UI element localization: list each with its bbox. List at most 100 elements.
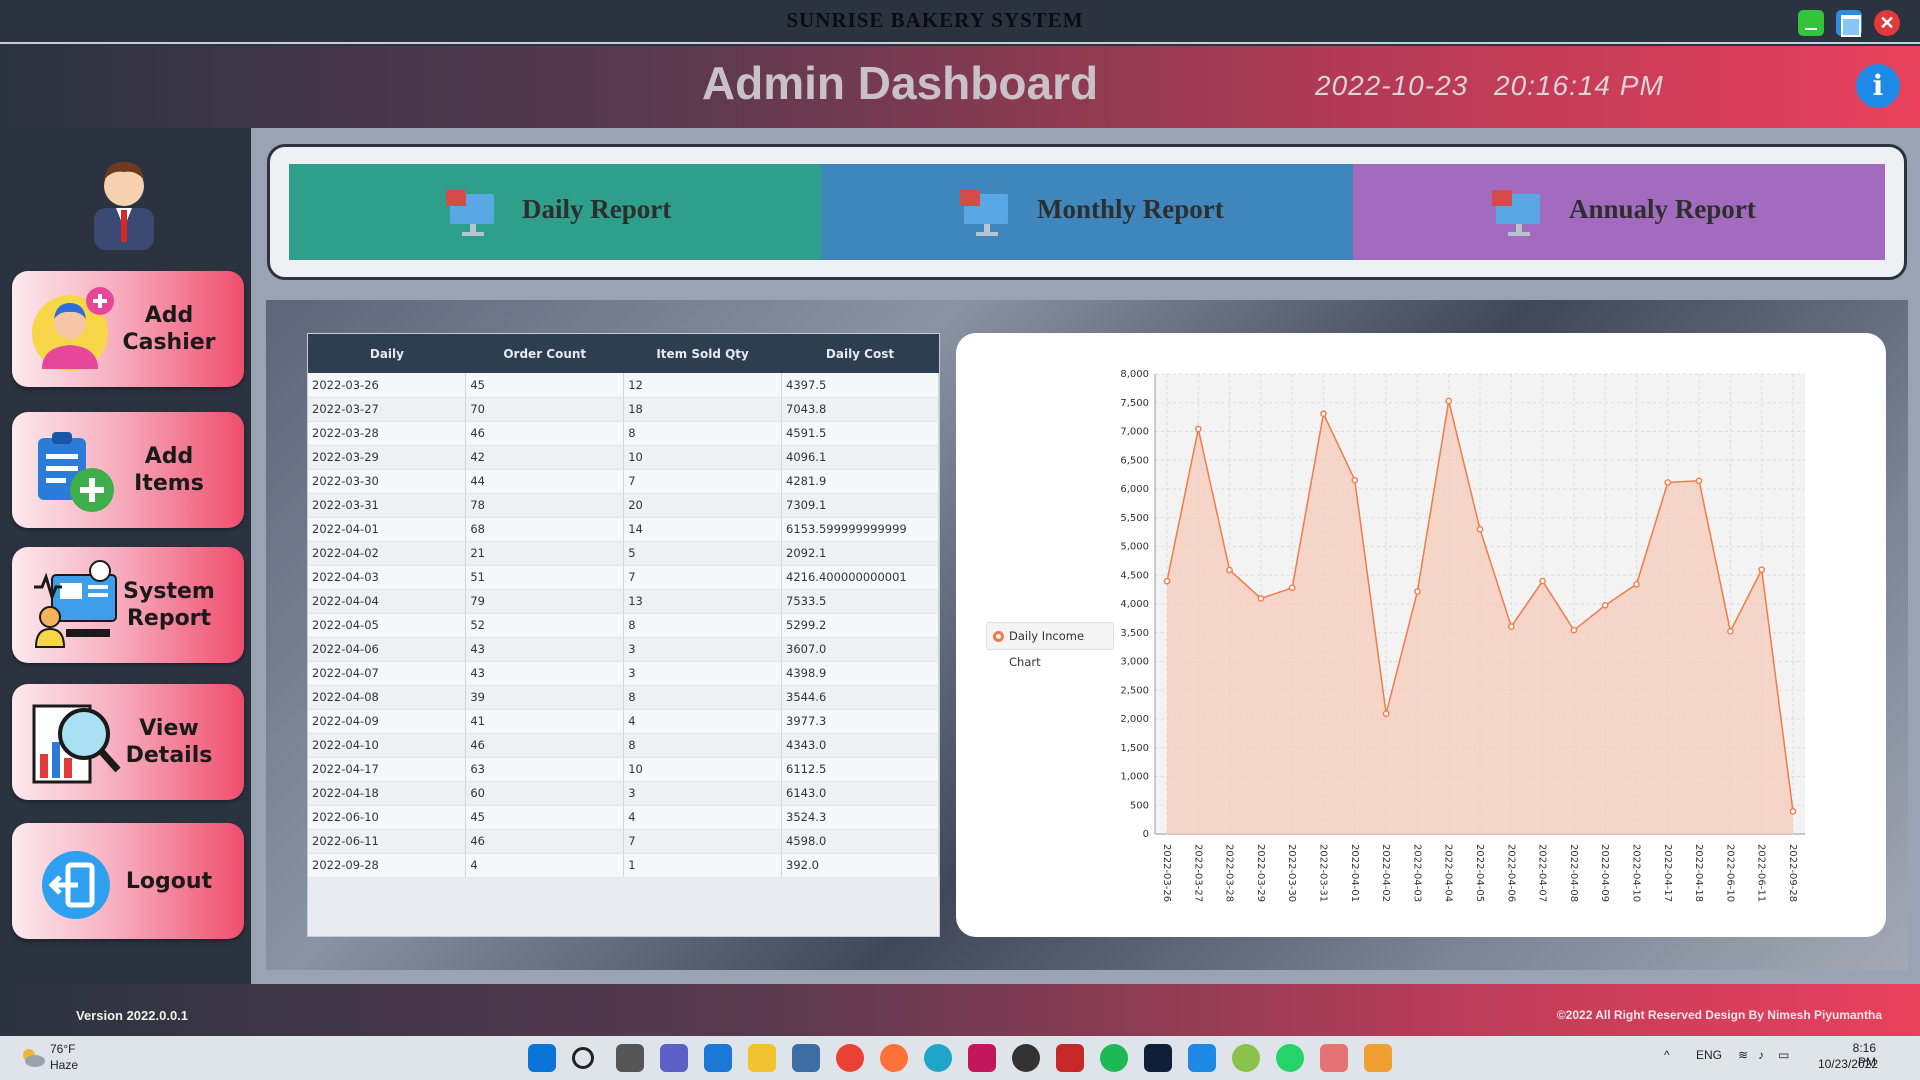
table-cell: 2022-04-01 xyxy=(308,517,467,542)
clock-date[interactable]: 10/23/2022 xyxy=(1812,1057,1878,1071)
chevron-up-icon[interactable]: ^ xyxy=(1664,1048,1670,1062)
version-label: Version 2022.0.0.1 xyxy=(76,1008,189,1023)
table-row[interactable]: 2022-04-09 41 4 3977.3 xyxy=(308,709,939,734)
table-row[interactable]: 2022-04-08 39 8 3544.6 xyxy=(308,685,939,710)
table-row[interactable]: 2022-06-10 45 4 3524.3 xyxy=(308,805,939,830)
table-cell: 8 xyxy=(623,685,783,710)
table-row[interactable]: 2022-04-06 43 3 3607.0 xyxy=(308,637,939,662)
search-icon[interactable] xyxy=(572,1047,594,1069)
column-header[interactable]: Daily Cost xyxy=(781,334,939,373)
table-row[interactable]: 2022-04-02 21 5 2092.1 xyxy=(308,541,939,566)
table-cell: 10 xyxy=(623,757,783,782)
y-tick-label: 6,500 xyxy=(1120,455,1149,466)
table-row[interactable]: 2022-03-30 44 7 4281.9 xyxy=(308,469,939,494)
firefox-icon[interactable] xyxy=(880,1044,908,1072)
language-indicator[interactable]: ENG xyxy=(1696,1048,1722,1062)
table-cell: 45 xyxy=(465,805,625,830)
table-cell: 52 xyxy=(465,613,625,638)
sidebar-item-label: View Details xyxy=(125,716,213,768)
minimize-button[interactable] xyxy=(1798,10,1824,36)
view-details-button[interactable]: View Details xyxy=(12,684,244,800)
y-tick-label: 6,000 xyxy=(1120,484,1149,495)
table-row[interactable]: 2022-04-10 46 8 4343.0 xyxy=(308,733,939,758)
table-cell: 5 xyxy=(623,541,783,566)
file-explorer-icon[interactable] xyxy=(748,1044,776,1072)
x-tick-label: 2022-03-29 xyxy=(1255,844,1266,902)
info-icon[interactable]: i xyxy=(1856,64,1900,108)
chrome-icon[interactable] xyxy=(836,1044,864,1072)
sidebar: Add Cashier Add Items System Report View… xyxy=(0,128,251,984)
chat-icon[interactable] xyxy=(660,1044,688,1072)
spotify-icon[interactable] xyxy=(1100,1044,1128,1072)
column-header[interactable]: Order Count xyxy=(465,334,624,373)
x-tick-label: 2022-04-02 xyxy=(1380,844,1391,902)
data-point xyxy=(1195,425,1202,433)
table-cell: 2022-04-18 xyxy=(308,781,467,806)
powerpoint-icon[interactable] xyxy=(1320,1044,1348,1072)
table-cell: 10 xyxy=(623,445,783,470)
table-row[interactable]: 2022-04-07 43 3 4398.9 xyxy=(308,661,939,686)
income-chart: 0 500 1,000 1,500 2,000 2,500 3,000 3,500 4,000 4… xyxy=(1120,369,1805,902)
table-row[interactable]: 2022-04-05 52 8 5299.2 xyxy=(308,613,939,638)
vscode-icon[interactable] xyxy=(1188,1044,1216,1072)
annual-report-button[interactable]: Annualy Report xyxy=(1353,164,1885,260)
mail-icon[interactable] xyxy=(704,1044,732,1072)
table-cell: 3544.6 xyxy=(781,685,939,710)
task-view-icon[interactable] xyxy=(616,1044,644,1072)
table-row[interactable]: 2022-03-27 70 18 7043.8 xyxy=(308,397,939,422)
java-icon[interactable] xyxy=(1364,1044,1392,1072)
weather-widget[interactable]: 76°F Haze xyxy=(18,1040,138,1076)
add-items-button[interactable]: Add Items xyxy=(12,412,244,528)
table-row[interactable]: 2022-09-28 4 1 392.0 xyxy=(308,853,939,878)
photos-icon[interactable] xyxy=(792,1044,820,1072)
table-cell: 21 xyxy=(465,541,625,566)
table-row[interactable]: 2022-04-18 60 3 6143.0 xyxy=(308,781,939,806)
data-point xyxy=(1163,577,1171,585)
speed-icon[interactable] xyxy=(1012,1044,1040,1072)
photoshop-icon[interactable] xyxy=(1144,1044,1172,1072)
close-button[interactable]: ✕ xyxy=(1874,10,1900,36)
table-cell: 8 xyxy=(623,421,783,446)
table-cell: 45 xyxy=(465,373,625,398)
edge-icon[interactable] xyxy=(924,1044,952,1072)
table-cell: 4281.9 xyxy=(781,469,939,494)
table-row[interactable]: 2022-06-11 46 7 4598.0 xyxy=(308,829,939,854)
volume-icon[interactable]: ♪ xyxy=(1758,1048,1764,1062)
wifi-icon[interactable]: ≋ xyxy=(1738,1048,1748,1062)
table-cell: 2022-04-07 xyxy=(308,661,467,686)
table-row[interactable]: 2022-03-26 45 12 4397.5 xyxy=(308,373,939,398)
monthly-report-button[interactable]: Monthly Report xyxy=(821,164,1353,260)
table-row[interactable]: 2022-03-31 78 20 7309.1 xyxy=(308,493,939,518)
battery-icon[interactable]: ▭ xyxy=(1778,1048,1789,1062)
whatsapp-icon[interactable] xyxy=(1276,1044,1304,1072)
start-icon[interactable] xyxy=(528,1044,556,1072)
table-row[interactable]: 2022-04-04 79 13 7533.5 xyxy=(308,589,939,614)
monitor-icon xyxy=(446,190,494,236)
add-cashier-button[interactable]: Add Cashier xyxy=(12,271,244,387)
table-cell: 3524.3 xyxy=(781,805,939,830)
table-cell: 7309.1 xyxy=(781,493,939,518)
logout-button[interactable]: Logout xyxy=(12,823,244,939)
app-icon[interactable] xyxy=(1056,1044,1084,1072)
maximize-button[interactable] xyxy=(1836,10,1862,37)
table-cell: 4343.0 xyxy=(781,733,939,758)
table-row[interactable]: 2022-03-29 42 10 4096.1 xyxy=(308,445,939,470)
table-row[interactable]: 2022-04-01 68 14 6153.599999999999 xyxy=(308,517,939,542)
table-cell: 4397.5 xyxy=(781,373,939,398)
intellij-icon[interactable] xyxy=(968,1044,996,1072)
browser-icon[interactable] xyxy=(1232,1044,1260,1072)
column-header[interactable]: Item Sold Qty xyxy=(623,334,782,373)
daily-report-button[interactable]: Daily Report xyxy=(289,164,821,260)
title-bar: SUNRISE BAKERY SYSTEM ✕ xyxy=(0,0,1920,44)
table-row[interactable]: 2022-04-03 51 7 4216.400000000001 xyxy=(308,565,939,590)
system-report-button[interactable]: System Report xyxy=(12,547,244,663)
table-row[interactable]: 2022-03-28 46 8 4591.5 xyxy=(308,421,939,446)
x-tick-label: 2022-04-08 xyxy=(1568,844,1579,902)
table-row[interactable]: 2022-04-17 63 10 6112.5 xyxy=(308,757,939,782)
table-cell: 2022-03-28 xyxy=(308,421,467,446)
monitor-icon xyxy=(960,190,1008,236)
table-cell: 2022-09-28 xyxy=(308,853,467,878)
column-header[interactable]: Daily xyxy=(308,334,466,373)
daily-table[interactable]: Daily Order Count Item Sold Qty Daily Co… xyxy=(307,333,940,937)
table-cell: 3607.0 xyxy=(781,637,939,662)
